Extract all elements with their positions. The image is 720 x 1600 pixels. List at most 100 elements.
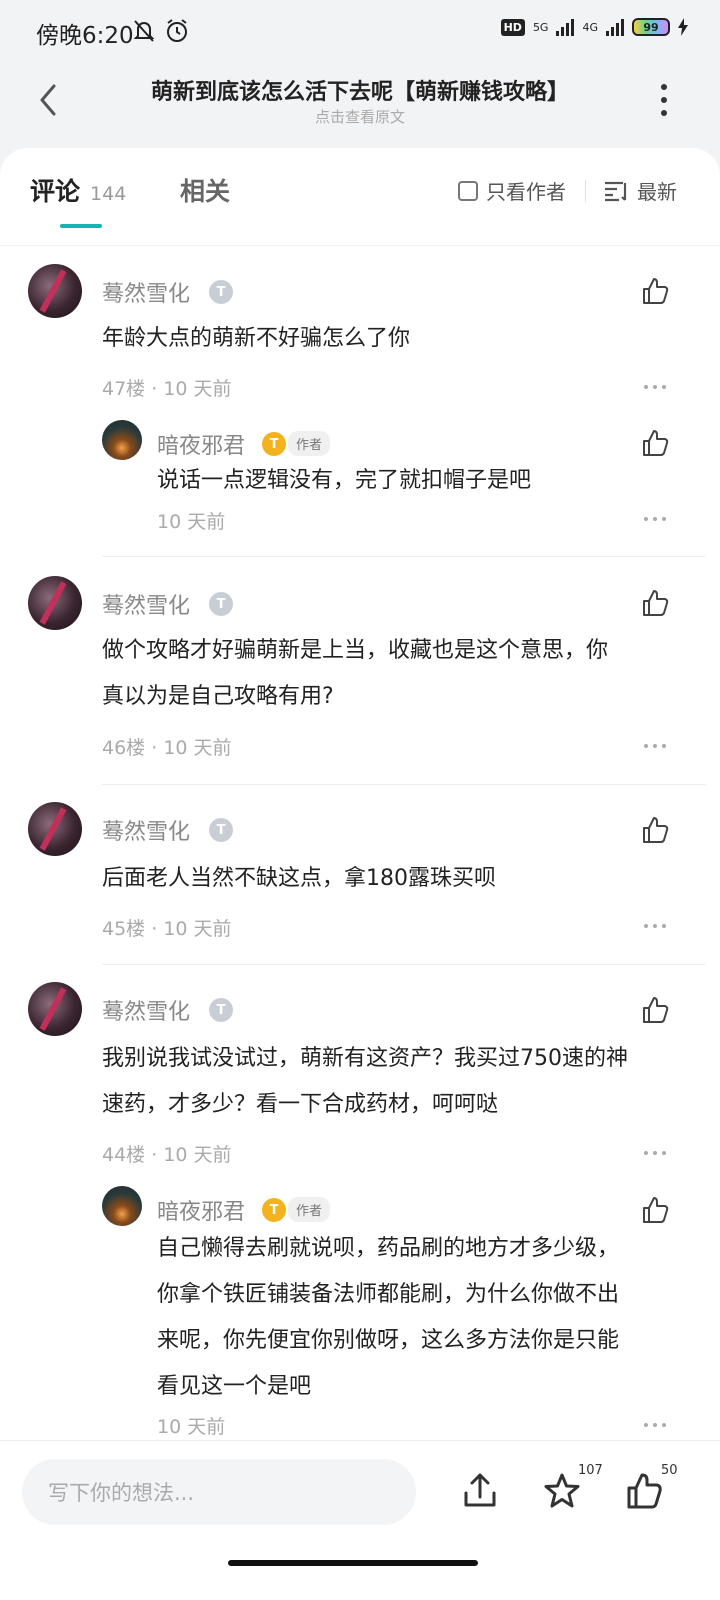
dot-icon [661,97,667,103]
network-4g-label: 4G [582,20,598,34]
favorite-star-icon[interactable] [542,1471,582,1511]
reply-avatar[interactable] [102,420,142,460]
status-right: HD 5G 4G 99 [500,18,688,36]
sort-button[interactable]: 最新 [603,176,677,205]
network-5g-label: 5G [532,20,549,34]
level-badge: T [209,280,233,304]
comment-more-button[interactable] [644,385,666,391]
dot-icon [661,84,667,90]
reply-text-line: 看见这一个是吧 [157,1374,312,1399]
comment-more-button[interactable] [644,744,666,750]
comment-time: 10 天前 [163,918,232,940]
home-indicator [228,1560,478,1566]
comment-username[interactable]: 蓦然雪化 [102,588,190,620]
comments-sheet: 评论 144 相关 只看作者 最新 蓦然雪化 T 年龄大点的萌新不好骗怎么了你 … [0,148,720,1448]
comment-text-line: 我别说我试没试过，萌新有这资产？我买过750速的神 [102,1046,628,1071]
reply-avatar[interactable] [102,1186,142,1226]
like-icon[interactable] [640,276,670,306]
bottom-action-bar: 写下你的想法... 107 50 [0,1440,720,1600]
author-tag: 作者 [288,431,331,456]
reply-text: 说话一点逻辑没有，完了就扣帽子是吧 [157,468,532,493]
dot-icon [661,110,667,116]
level-badge: T [262,432,286,456]
sort-label: 最新 [637,180,677,204]
reply-more-button[interactable] [644,1423,666,1429]
tab-related[interactable]: 相关 [180,172,230,208]
sort-icon [605,181,627,201]
comment-meta: 46楼 · 10 天前 [102,737,232,759]
status-left-icons [132,18,190,44]
reply-time: 10 天前 [157,511,226,533]
divider [102,556,706,557]
tab-comments[interactable]: 评论 144 [30,172,126,208]
level-badge: T [209,592,233,616]
comment-username[interactable]: 蓦然雪化 [102,994,190,1026]
comment-text-line: 速药，才多少？看一下合成药材，呵呵哒 [102,1092,499,1117]
comment-time: 10 天前 [163,1144,232,1166]
avatar[interactable] [28,802,82,856]
reply-more-button[interactable] [644,517,666,523]
signal-bars-icon [556,18,575,36]
comment-text: 后面老人当然不缺这点，拿180露珠买呗 [102,866,496,891]
like-icon[interactable] [624,1471,664,1511]
divider [102,784,706,785]
avatar[interactable] [28,982,82,1036]
tab-comments-label: 评论 [30,177,81,206]
floor-number: 46楼 [102,737,146,759]
reply-username[interactable]: 暗夜邪君 [157,428,245,460]
checkbox-icon [458,180,478,201]
comment-more-button[interactable] [644,924,666,930]
avatar[interactable] [28,576,82,630]
author-tag: 作者 [288,1197,331,1222]
reply-username[interactable]: 暗夜邪君 [157,1194,245,1226]
charging-icon [678,18,688,36]
comment-input[interactable]: 写下你的想法... [22,1459,416,1525]
status-bar: 傍晚6:20 HD 5G 4G 99 [0,0,720,64]
comment-count: 144 [90,183,127,205]
avatar[interactable] [28,264,82,318]
comment-time: 10 天前 [163,378,232,400]
comment-username[interactable]: 蓦然雪化 [102,276,190,308]
like-icon[interactable] [640,588,670,618]
comment-more-button[interactable] [644,1151,666,1157]
active-tab-indicator [60,224,102,228]
reply-text-line: 来呢，你先便宜你别做呀，这么多方法你是只能 [157,1328,620,1353]
floor-number: 45楼 [102,918,146,940]
comment-meta: 45楼 · 10 天前 [102,918,232,940]
comment-username[interactable]: 蓦然雪化 [102,814,190,846]
only-author-label: 只看作者 [486,180,566,204]
reply-text-line: 自己懒得去刷就说呗，药品刷的地方才多少级， [157,1236,620,1261]
share-icon[interactable] [460,1471,500,1511]
comment-meta: 47楼 · 10 天前 [102,378,232,400]
floor-number: 44楼 [102,1144,146,1166]
signal-bars-icon [606,18,624,36]
like-icon[interactable] [640,815,670,845]
level-badge: T [209,818,233,842]
alarm-icon [167,19,187,42]
floor-number: 47楼 [102,378,146,400]
hd-badge: HD [500,18,525,36]
like-icon[interactable] [640,1195,670,1225]
like-icon[interactable] [640,995,670,1025]
comment-meta: 44楼 · 10 天前 [102,1144,232,1166]
like-count: 50 [661,1463,678,1478]
more-options-button[interactable] [652,84,676,116]
level-badge: T [262,1198,286,1222]
only-author-toggle[interactable]: 只看作者 [458,176,566,205]
status-time: 傍晚6:20 [36,23,134,49]
level-badge: T [209,998,233,1022]
comment-text-line: 做个攻略才好骗萌新是上当，收藏也是这个意思，你 [102,638,609,663]
divider [102,964,706,965]
like-icon[interactable] [640,428,670,458]
battery-icon: 99 [632,18,670,36]
comment-text-line: 真以为是自己攻略有用? [102,684,334,709]
reply-time: 10 天前 [157,1416,226,1438]
divider [585,180,586,202]
top-header: 萌新到底该怎么活下去呢【萌新赚钱攻略】 点击查看原文 [0,64,720,148]
comment-time: 10 天前 [163,737,232,759]
view-original-link[interactable]: 点击查看原文 [0,106,720,127]
favorite-count: 107 [578,1463,603,1478]
page-title[interactable]: 萌新到底该怎么活下去呢【萌新赚钱攻略】 [90,74,630,106]
tab-bar: 评论 144 相关 只看作者 最新 [0,148,720,246]
comment-text: 年龄大点的萌新不好骗怎么了你 [102,326,411,351]
